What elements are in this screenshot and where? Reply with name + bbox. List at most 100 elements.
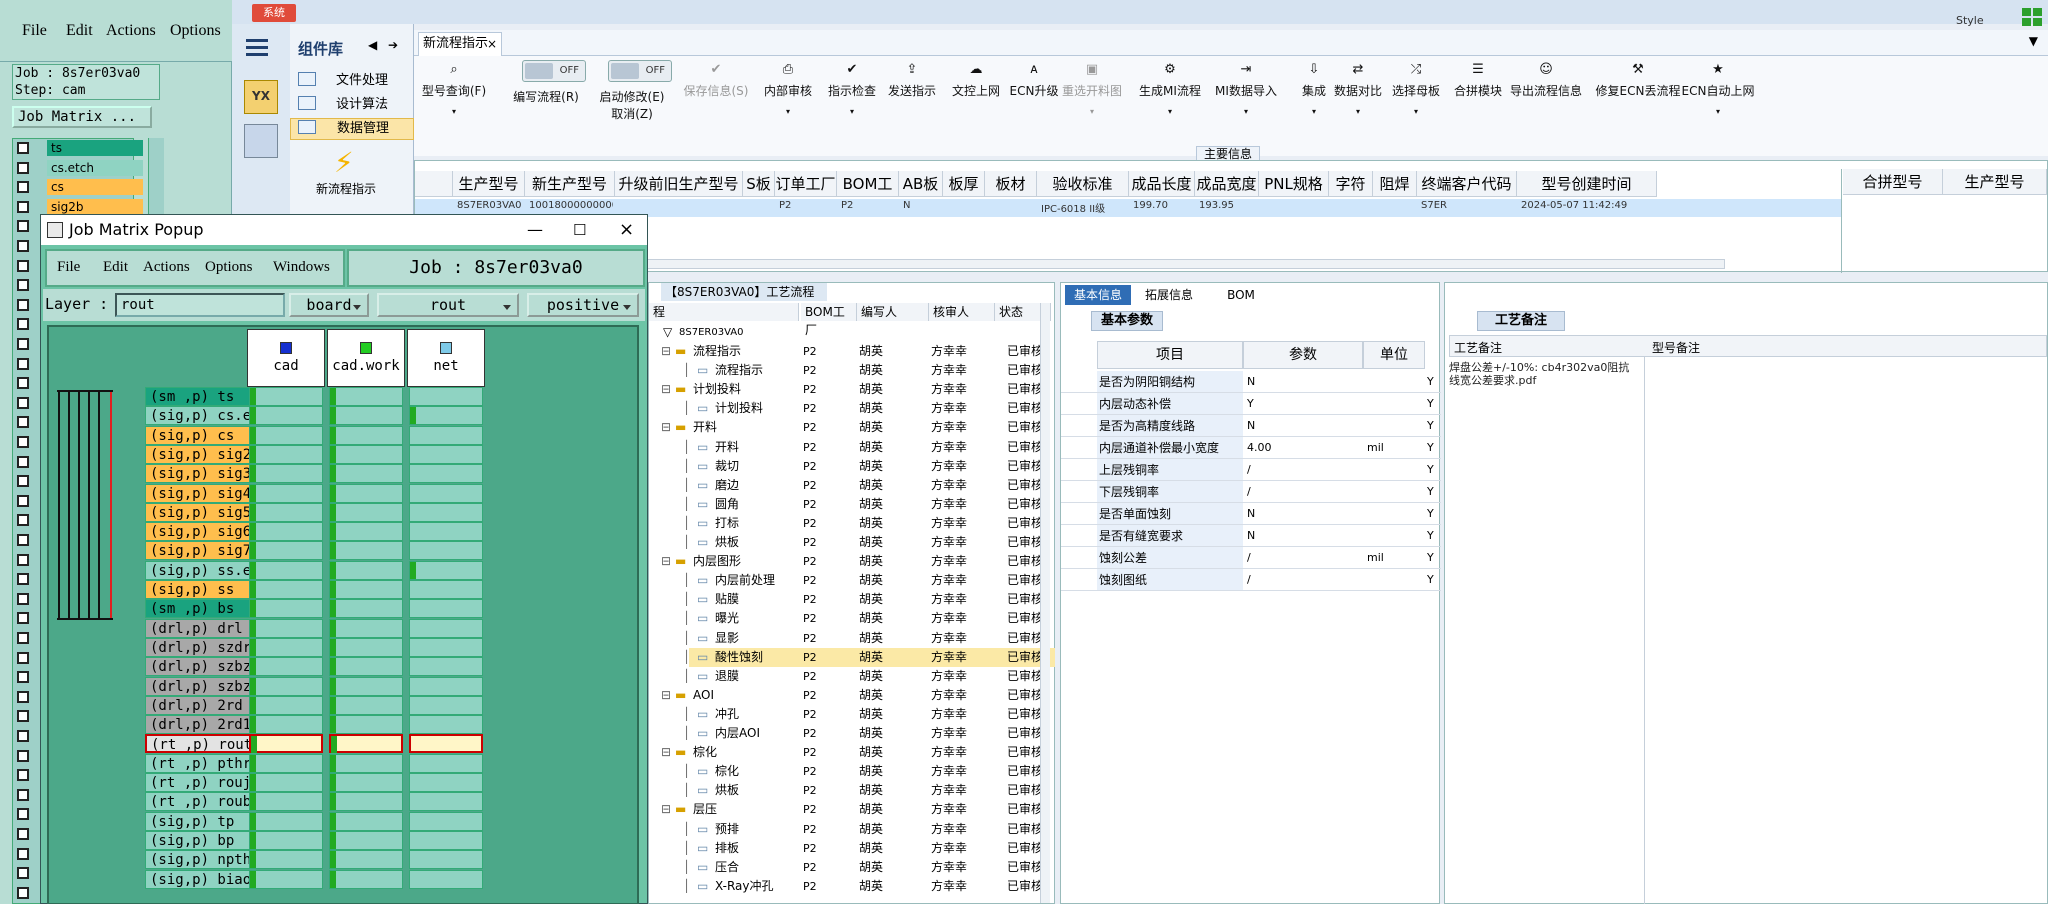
popup-menu-windows[interactable]: Windows (273, 259, 330, 276)
matrix-cell[interactable] (409, 502, 483, 522)
layer-list-row[interactable]: ts (13, 139, 143, 158)
tree-node-label[interactable]: 显影 (715, 629, 739, 648)
tree-expander-icon[interactable]: ⊟ (661, 418, 671, 437)
toggle-off-switch[interactable]: OFF (608, 60, 672, 82)
matrix-cell[interactable] (409, 792, 483, 812)
matrix-cell[interactable] (409, 599, 483, 619)
matrix-cell[interactable] (249, 541, 323, 561)
info-row[interactable]: 内层动态补偿 Y Y (1061, 393, 1441, 415)
tree-expander-icon[interactable]: ⊟ (661, 380, 671, 399)
matrix-cell[interactable] (409, 580, 483, 599)
matrix-cell[interactable] (409, 676, 483, 696)
matrix-cell[interactable] (409, 869, 483, 889)
tree-expander-icon[interactable]: │ (683, 495, 690, 514)
layer-checkbox[interactable] (17, 436, 29, 448)
matrix-cell[interactable] (249, 618, 323, 638)
matrix-cell[interactable] (329, 483, 403, 503)
layer-checkbox[interactable] (17, 259, 29, 272)
grid-header[interactable]: 升级前旧生产型号 (615, 171, 743, 197)
grid-header[interactable]: 板材 (985, 171, 1037, 197)
layer-checkbox[interactable] (17, 475, 29, 488)
layer-checkbox[interactable] (17, 573, 29, 586)
toolbar-button-0[interactable]: ⌕ 型号查询(F) ▾ (414, 62, 494, 116)
matrix-cell[interactable] (249, 425, 323, 445)
tree-expander-icon[interactable]: │ (683, 820, 690, 839)
matrix-cell[interactable] (409, 715, 483, 735)
matrix-cell[interactable] (249, 676, 323, 696)
layer-checkbox[interactable] (17, 279, 29, 292)
tree-header[interactable]: 程 (649, 303, 799, 321)
popup-titlebar[interactable]: Job Matrix Popup — ☐ × (41, 215, 647, 245)
info-header[interactable]: 项目 (1097, 341, 1243, 369)
layer-checkbox[interactable] (17, 612, 29, 625)
matrix-cell[interactable] (249, 734, 323, 754)
matrix-cell[interactable] (329, 830, 403, 850)
matrix-cell[interactable] (249, 753, 323, 773)
job-matrix-button[interactable]: Job Matrix ... (12, 106, 152, 128)
style-menu[interactable]: Style (1956, 14, 1984, 27)
tree-expander-icon[interactable]: ⊟ (661, 743, 671, 762)
tree-expander-icon[interactable]: │ (683, 781, 690, 800)
matrix-cell[interactable] (409, 522, 483, 542)
matrix-cell[interactable] (329, 560, 403, 580)
layer-checkbox[interactable] (17, 181, 29, 194)
toolbar-button-18[interactable]: ★ ECN自动上网 ▾ (1678, 62, 1758, 116)
matrix-cell[interactable] (329, 599, 403, 619)
matrix-cell[interactable] (249, 637, 323, 657)
tree-expander-icon[interactable]: │ (683, 533, 690, 552)
layer-checkbox[interactable] (17, 632, 29, 644)
matrix-column-header[interactable]: net (407, 329, 485, 387)
tree-scrollbar[interactable] (1040, 303, 1050, 903)
side-header-merge-model[interactable]: 合拼型号 (1843, 169, 1943, 195)
matrix-cell[interactable] (329, 522, 403, 542)
tree-node-label[interactable]: 流程指示 (693, 342, 741, 361)
tree-node-label[interactable]: 内层AOI (715, 724, 760, 743)
matrix-cell[interactable] (249, 830, 323, 850)
info-row[interactable]: 是否单面蚀刻 N Y (1061, 503, 1441, 525)
matrix-cell[interactable] (409, 406, 483, 426)
tree-node-label[interactable]: 打标 (715, 514, 739, 533)
info-row[interactable]: 上层残铜率 / Y (1061, 459, 1441, 481)
grid-header[interactable]: 阻焊 (1373, 171, 1417, 197)
layer-checkbox[interactable] (17, 847, 29, 860)
matrix-cell[interactable] (409, 695, 483, 715)
layer-checkbox[interactable] (17, 690, 29, 703)
layer-checkbox[interactable] (17, 886, 29, 899)
matrix-cell[interactable] (329, 618, 403, 638)
matrix-cell[interactable] (409, 483, 483, 503)
info-row[interactable]: 蚀刻公差 / mil Y (1061, 547, 1441, 569)
tab-new-process[interactable]: 新流程指示 × (418, 32, 502, 56)
matrix-cell[interactable] (409, 811, 483, 831)
tree-expander-icon[interactable]: │ (683, 476, 690, 495)
matrix-cell[interactable] (329, 444, 403, 464)
tree-node-label[interactable]: X-Ray冲孔 (715, 877, 773, 896)
layer-checkbox[interactable] (17, 828, 29, 840)
chevron-down-icon[interactable]: ▾ (1052, 107, 1132, 116)
tree-expander-icon[interactable]: │ (683, 839, 690, 858)
tree-expander-icon[interactable]: ⊟ (661, 800, 671, 819)
tree-expander-icon[interactable]: │ (683, 724, 690, 743)
tree-expander-icon[interactable]: │ (683, 762, 690, 781)
layer-checkbox[interactable] (17, 769, 29, 782)
tree-node-label[interactable]: 棕化 (693, 743, 717, 762)
system-badge[interactable]: 系统 (252, 4, 296, 22)
info-tab-0[interactable]: 基本信息 (1065, 285, 1131, 305)
grid-header[interactable]: 字符 (1329, 171, 1373, 197)
matrix-cell[interactable] (249, 406, 323, 426)
tree-node-label[interactable]: 磨边 (715, 476, 739, 495)
layer-checkbox[interactable] (17, 298, 29, 311)
info-tab-1[interactable]: 拓展信息 (1137, 285, 1201, 305)
matrix-cell[interactable] (409, 387, 483, 406)
popup-menu-edit[interactable]: Edit (103, 259, 128, 276)
matrix-cell[interactable] (329, 850, 403, 870)
matrix-cell[interactable] (249, 869, 323, 889)
matrix-cell[interactable] (329, 502, 403, 522)
grid-header[interactable]: PNL规格 (1259, 171, 1329, 197)
matrix-cell[interactable] (329, 734, 403, 754)
tab-dropdown-icon[interactable]: ▼ (2029, 34, 2038, 48)
grid-header[interactable]: 生产型号 (453, 171, 525, 197)
tree-node-label[interactable]: 冲孔 (715, 705, 739, 724)
tree-node-label[interactable]: 棕化 (715, 762, 739, 781)
close-icon[interactable]: × (619, 215, 634, 245)
matrix-cell[interactable] (249, 657, 323, 677)
